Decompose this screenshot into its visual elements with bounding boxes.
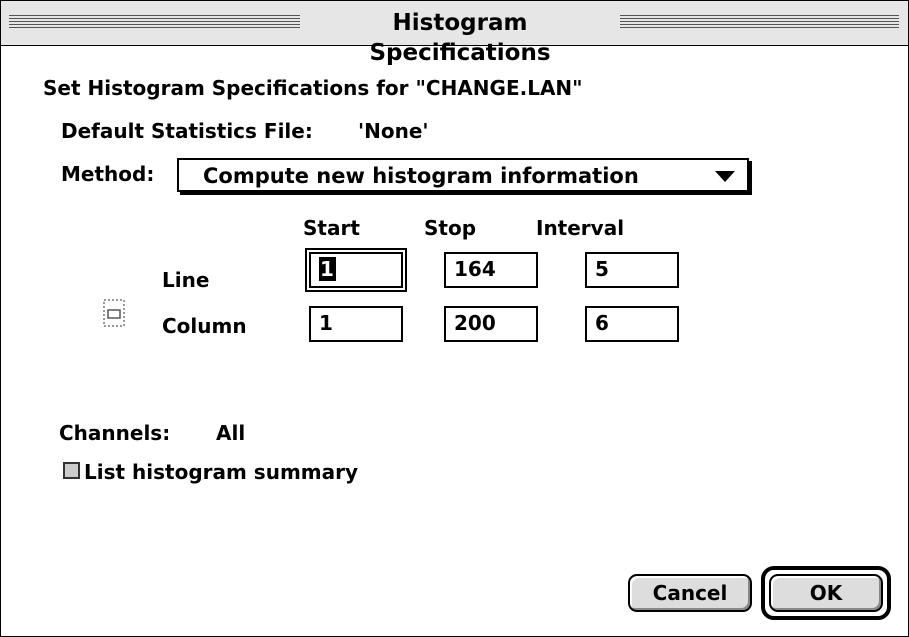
dialog-heading: Set Histogram Specifications for "CHANGE…: [43, 76, 583, 100]
ok-button[interactable]: OK: [769, 574, 883, 612]
list-summary-label[interactable]: List histogram summary: [84, 459, 358, 485]
title-bar-stripes-right: [620, 15, 899, 30]
line-interval-field[interactable]: 5: [585, 252, 679, 288]
column-interval-field[interactable]: 6: [585, 306, 679, 342]
window-title: Histogram Specifications: [300, 8, 620, 66]
stats-file-label: Default Statistics File:: [61, 119, 313, 143]
column-header-start: Start: [303, 216, 360, 240]
column-header-interval: Interval: [536, 216, 625, 240]
title-bar[interactable]: Histogram Specifications: [1, 1, 908, 66]
method-dropdown[interactable]: Compute new histogram information: [177, 158, 749, 192]
cancel-button[interactable]: Cancel: [628, 574, 752, 612]
line-start-field[interactable]: 1: [305, 248, 407, 292]
list-summary-checkbox[interactable]: [63, 462, 80, 479]
channels-label: Channels:: [59, 421, 171, 445]
line-stop-field[interactable]: 164: [444, 252, 538, 288]
method-dropdown-value: Compute new histogram information: [203, 164, 639, 188]
line-start-value: 1: [319, 257, 336, 281]
dropdown-arrow-icon: [715, 171, 735, 182]
method-label: Method:: [61, 162, 155, 186]
row-label-column: Column: [162, 314, 247, 338]
title-bar-stripes-left: [9, 15, 300, 30]
channels-value: All: [216, 421, 246, 445]
column-header-stop: Stop: [424, 216, 477, 240]
dialog-window: Histogram Specifications Set Histogram S…: [0, 0, 909, 637]
column-start-field[interactable]: 1: [309, 306, 403, 342]
row-label-line: Line: [162, 268, 210, 292]
column-stop-field[interactable]: 200: [444, 306, 538, 342]
stats-file-value: 'None': [358, 119, 429, 143]
link-area-icon[interactable]: [102, 298, 126, 328]
